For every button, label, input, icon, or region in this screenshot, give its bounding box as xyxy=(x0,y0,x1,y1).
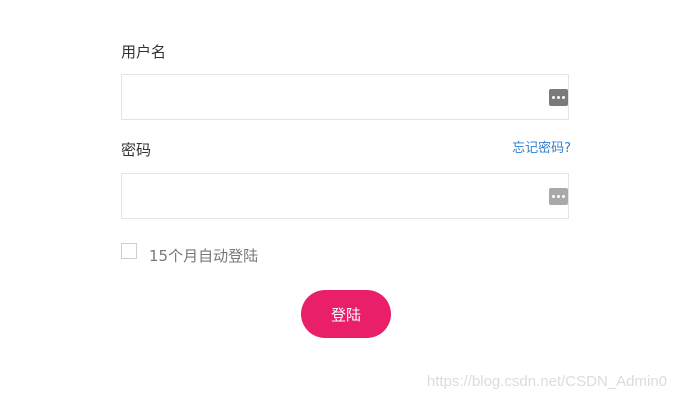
forgot-password-link[interactable]: 忘记密码? xyxy=(512,140,571,158)
username-label: 用户名 xyxy=(121,43,167,61)
login-button[interactable]: 登陆 xyxy=(301,290,391,338)
more-dots-icon[interactable] xyxy=(549,89,568,106)
username-input[interactable] xyxy=(122,75,542,119)
password-input[interactable] xyxy=(122,174,542,218)
remember-me-label: 15个月自动登陆 xyxy=(149,247,259,265)
remember-me-checkbox[interactable] xyxy=(121,243,137,259)
password-field-wrapper xyxy=(121,173,569,219)
more-dots-icon[interactable] xyxy=(549,188,568,205)
password-label: 密码 xyxy=(121,141,152,159)
watermark-text: https://blog.csdn.net/CSDN_Admin0 xyxy=(426,373,667,390)
username-field-wrapper xyxy=(121,74,569,120)
